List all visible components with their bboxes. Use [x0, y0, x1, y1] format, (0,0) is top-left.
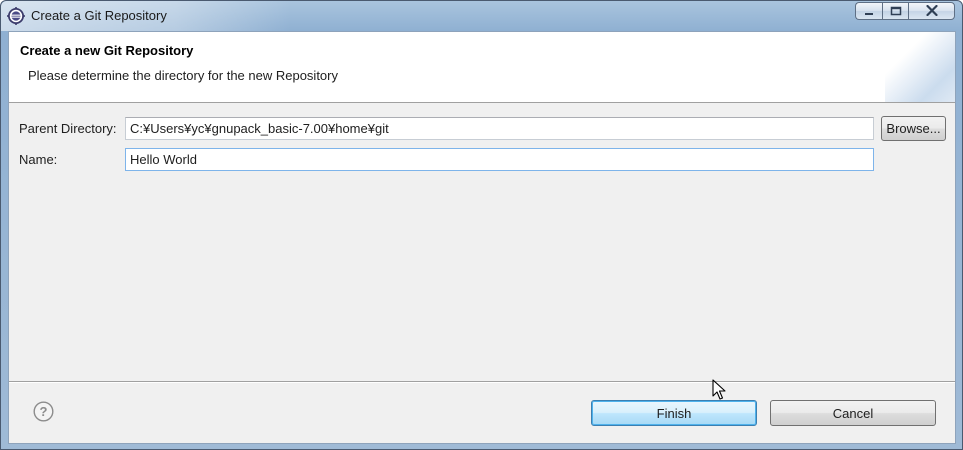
wizard-banner-graphic	[885, 32, 955, 102]
help-icon[interactable]: ?	[33, 401, 54, 422]
minimize-button[interactable]	[855, 2, 882, 20]
wizard-title: Create a new Git Repository	[20, 43, 194, 58]
parent-directory-input[interactable]: C:¥Users¥yc¥gnupack_basic-7.00¥home¥git	[125, 117, 874, 140]
wizard-description: Please determine the directory for the n…	[28, 68, 338, 83]
dialog-content: Create a new Git Repository Please deter…	[8, 31, 956, 444]
minimize-icon	[863, 4, 875, 19]
cancel-button[interactable]: Cancel	[770, 400, 936, 426]
title-bar[interactable]: Create a Git Repository	[1, 1, 962, 31]
browse-button[interactable]: Browse...	[881, 116, 946, 141]
maximize-button[interactable]	[882, 2, 908, 20]
footer-separator	[9, 381, 955, 383]
svg-text:?: ?	[40, 404, 48, 419]
name-input[interactable]: Hello World	[125, 148, 874, 171]
eclipse-app-icon	[7, 7, 25, 25]
close-button[interactable]	[908, 2, 955, 20]
finish-button[interactable]: Finish	[591, 400, 757, 426]
window-controls	[855, 2, 955, 21]
maximize-icon	[890, 4, 902, 19]
close-icon	[925, 4, 938, 19]
window-title: Create a Git Repository	[31, 8, 167, 23]
dialog-window: Create a Git Repository Create a new Git…	[0, 0, 963, 450]
mouse-pointer-icon	[712, 379, 726, 401]
parent-directory-label: Parent Directory:	[19, 121, 117, 136]
name-label: Name:	[19, 152, 58, 167]
wizard-header: Create a new Git Repository Please deter…	[9, 32, 955, 103]
